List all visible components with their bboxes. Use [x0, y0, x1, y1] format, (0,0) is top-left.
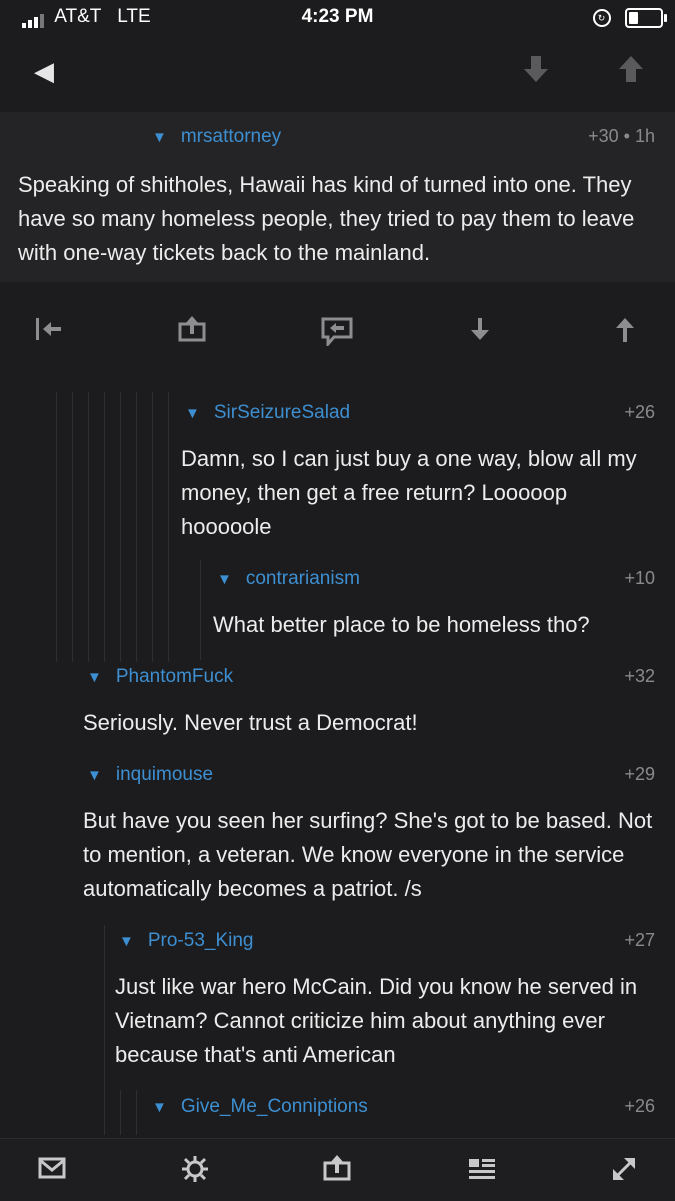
comment-score: +27 [624, 930, 655, 950]
top-nav: ◀ [0, 38, 675, 108]
mail-icon[interactable] [38, 1157, 66, 1184]
comment-meta: +30 • 1h [588, 126, 655, 146]
comment-author[interactable]: Give_Me_Conniptions [181, 1096, 368, 1117]
comment-score: +10 [624, 568, 655, 588]
back-arrow-icon[interactable]: ◀ [34, 56, 54, 87]
comment-text: Just like war hero McCain. Did you know … [115, 974, 638, 1067]
collapse-icon[interactable]: ▼ [217, 571, 232, 588]
bottom-toolbar [0, 1138, 675, 1201]
thread-line [136, 392, 137, 662]
comment-text: Seriously. Never trust a Democrat! [83, 710, 418, 735]
comment-text: Speaking of shitholes, Hawaii has kind o… [18, 172, 635, 265]
comment-score: +26 [624, 1096, 655, 1116]
battery-icon [625, 8, 667, 28]
comment-author[interactable]: Pro-53_King [148, 930, 254, 951]
thread-line [104, 392, 105, 662]
comment-text: What better place to be homeless tho? [213, 612, 590, 637]
comment-header[interactable]: ▼ mrsattorney [152, 126, 281, 148]
comment-text: Damn, so I can just buy a one way, blow … [181, 446, 637, 539]
comment-author[interactable]: SirSeizureSalad [214, 402, 350, 423]
comment-score: +29 [624, 764, 655, 784]
collapse-icon[interactable]: ▼ [152, 1099, 167, 1116]
comment-header[interactable]: ▼ Pro-53_King [119, 930, 253, 952]
collapse-icon[interactable]: ▼ [87, 767, 102, 784]
down-arrow-icon[interactable] [522, 54, 550, 89]
gear-icon[interactable] [181, 1155, 209, 1188]
collapse-thread-icon[interactable] [34, 316, 64, 347]
comment-header[interactable]: ▼ SirSeizureSalad [185, 402, 350, 424]
collapse-icon[interactable]: ▼ [87, 669, 102, 686]
share-icon[interactable] [178, 316, 206, 347]
comment-header[interactable]: ▼ Give_Me_Conniptions [152, 1096, 368, 1118]
comment-header[interactable]: ▼ PhantomFuck [87, 666, 233, 688]
comment-score: +26 [624, 402, 655, 422]
comment-header[interactable]: ▼ contrarianism [217, 568, 360, 590]
thread-line [88, 392, 89, 662]
comment-author[interactable]: mrsattorney [181, 126, 281, 147]
comment-author[interactable]: PhantomFuck [116, 666, 233, 687]
comment-action-bar [0, 282, 675, 388]
next-comment-icon[interactable] [468, 316, 492, 347]
comment-author[interactable]: inquimouse [116, 764, 213, 785]
thread-line [72, 392, 73, 662]
thread-line [152, 392, 153, 662]
comment-author[interactable]: contrarianism [246, 568, 360, 589]
status-right: ↻ [592, 8, 667, 28]
status-time: 4:23 PM [301, 6, 374, 27]
thread-line [120, 392, 121, 662]
thread-line [136, 1090, 137, 1135]
thread-line [120, 1090, 121, 1135]
share-icon[interactable] [323, 1155, 351, 1186]
thread-line [104, 925, 105, 1135]
collapse-icon[interactable]: ▼ [152, 129, 167, 146]
rotation-lock-icon: ↻ [592, 9, 611, 27]
reader-mode-icon[interactable] [467, 1157, 497, 1186]
up-arrow-icon[interactable] [617, 54, 645, 89]
comment-score: +32 [624, 666, 655, 686]
expand-icon[interactable] [610, 1155, 638, 1188]
comment-header[interactable]: ▼ inquimouse [87, 764, 213, 786]
thread-line [168, 392, 169, 662]
thread-line [200, 560, 201, 660]
collapse-icon[interactable]: ▼ [185, 405, 200, 422]
thread-line [56, 392, 57, 662]
reply-icon[interactable] [320, 316, 354, 351]
collapse-icon[interactable]: ▼ [119, 933, 134, 950]
previous-comment-icon[interactable] [613, 316, 637, 347]
comment-text: But have you seen her surfing? She's got… [83, 808, 653, 901]
status-bar: AT&T LTE 4:23 PM ↻ [0, 0, 675, 38]
